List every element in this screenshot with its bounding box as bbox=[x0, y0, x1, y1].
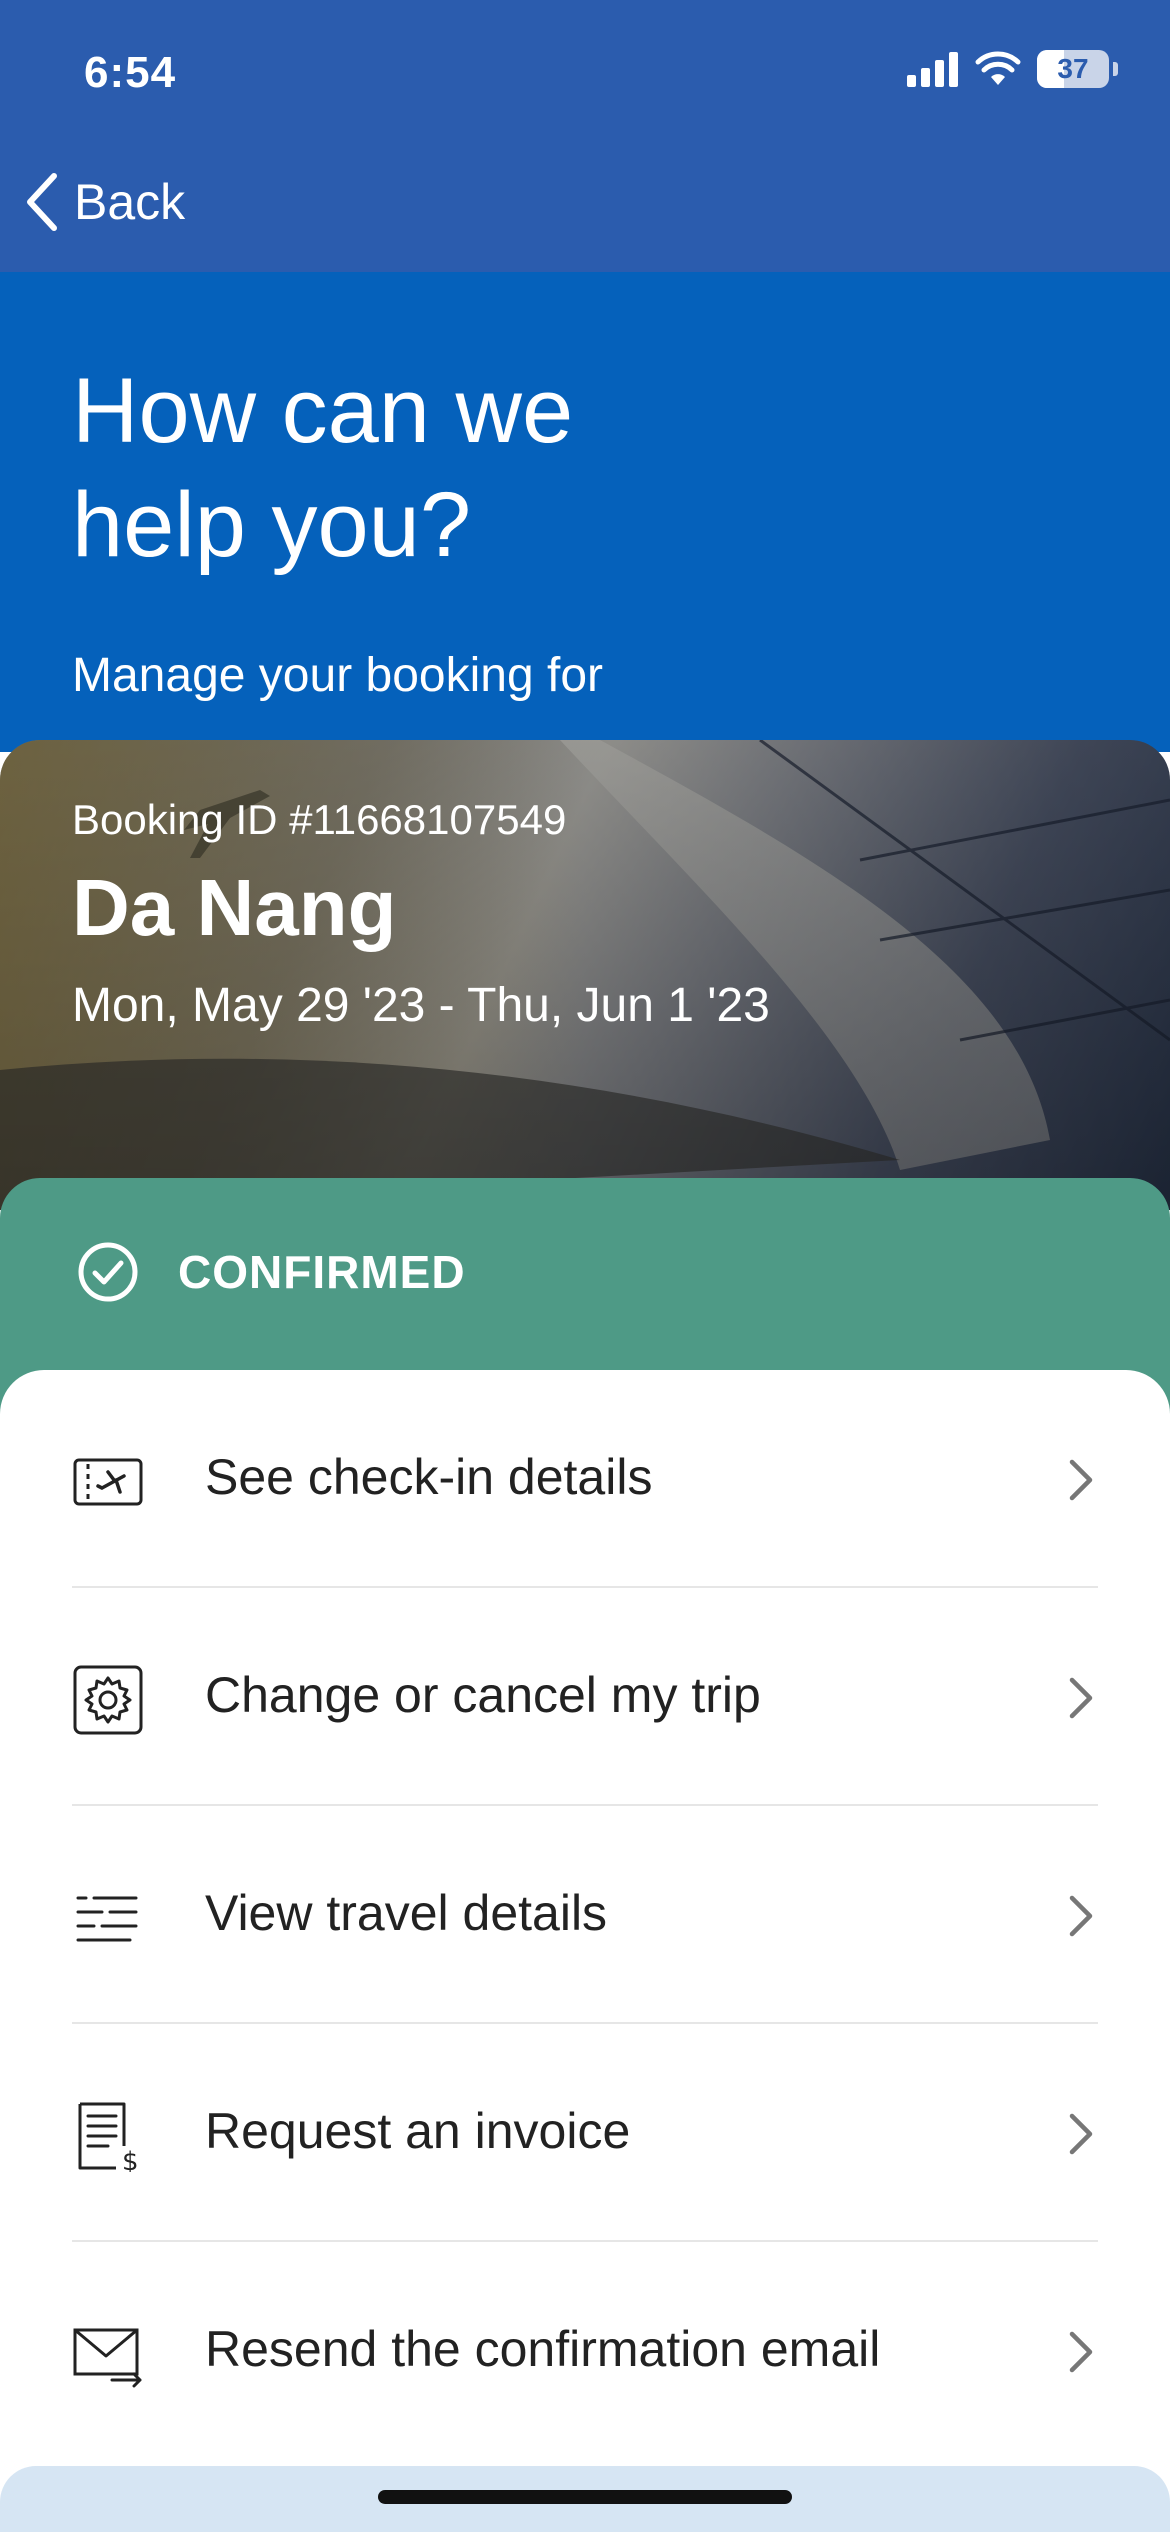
menu-item-label: Resend the confirmation email bbox=[205, 2321, 881, 2377]
booking-card: Booking ID #11668107549 Da Nang Mon, May… bbox=[0, 740, 1170, 1210]
booking-id: Booking ID #11668107549 bbox=[72, 796, 567, 843]
back-label: Back bbox=[74, 174, 186, 230]
status-time: 6:54 bbox=[84, 48, 177, 97]
back-button[interactable]: Back bbox=[24, 172, 185, 232]
menu-item-change-cancel[interactable]: Change or cancel my trip bbox=[0, 1588, 1170, 1806]
wifi-icon bbox=[975, 51, 1021, 85]
check-circle-icon bbox=[78, 1242, 138, 1302]
svg-text:$: $ bbox=[122, 2147, 139, 2172]
status-badge: CONFIRMED bbox=[178, 1246, 466, 1298]
battery-icon: 37 bbox=[1037, 50, 1109, 88]
chevron-right-icon bbox=[1069, 1895, 1093, 1937]
signal-icon bbox=[907, 52, 958, 87]
page-title: How can we help you? bbox=[72, 360, 574, 576]
manage-menu: See check-in details Change or cancel my… bbox=[0, 1370, 1170, 2470]
menu-item-invoice[interactable]: $ Request an invoice bbox=[0, 2024, 1170, 2242]
settings-gear-icon bbox=[73, 1665, 143, 1735]
chevron-left-icon bbox=[27, 173, 57, 231]
destination-city: Da Nang bbox=[72, 863, 397, 952]
battery-level: 37 bbox=[1057, 53, 1089, 84]
menu-item-label: Change or cancel my trip bbox=[205, 1667, 761, 1723]
page-subtitle: Manage your booking for bbox=[72, 649, 603, 702]
chevron-right-icon bbox=[1069, 2331, 1093, 2373]
chevron-right-icon bbox=[1069, 1677, 1093, 1719]
menu-item-label: Request an invoice bbox=[205, 2103, 631, 2159]
home-indicator bbox=[378, 2490, 792, 2504]
email-arrow-icon bbox=[73, 2328, 142, 2388]
invoice-icon: $ bbox=[78, 2102, 139, 2172]
boarding-pass-icon bbox=[73, 1458, 143, 1506]
menu-item-resend-email[interactable]: Resend the confirmation email bbox=[0, 2242, 1170, 2460]
top-bar: 6:54 37 Back bbox=[0, 0, 1170, 272]
chevron-right-icon bbox=[1069, 1459, 1093, 1501]
list-lines-icon bbox=[76, 1896, 138, 1942]
hero-section: How can we help you? Manage your booking… bbox=[0, 272, 1170, 752]
menu-item-travel-details[interactable]: View travel details bbox=[0, 1806, 1170, 2024]
menu-item-label: View travel details bbox=[205, 1885, 608, 1941]
chevron-right-icon bbox=[1069, 2113, 1093, 2155]
menu-item-check-in[interactable]: See check-in details bbox=[0, 1370, 1170, 1588]
trip-dates: Mon, May 29 '23 - Thu, Jun 1 '23 bbox=[72, 979, 770, 1032]
menu-item-label: See check-in details bbox=[205, 1449, 653, 1505]
status-icons: 37 bbox=[907, 50, 1118, 88]
